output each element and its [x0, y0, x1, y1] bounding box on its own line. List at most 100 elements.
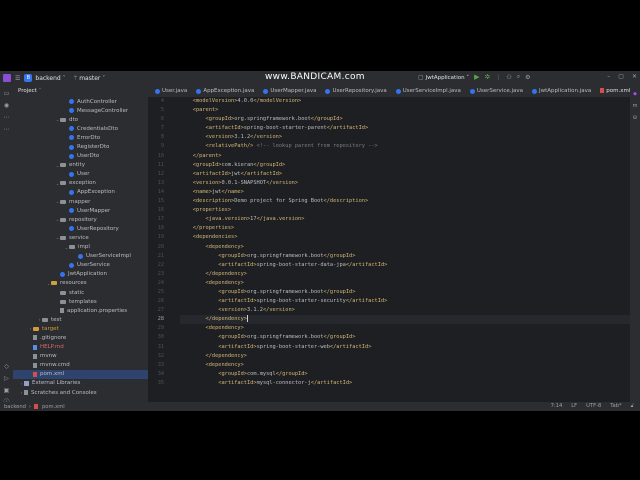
code-line[interactable]: <properties> — [180, 206, 630, 215]
app-logo-icon[interactable] — [3, 74, 11, 82]
tree-item[interactable]: HELP.md — [13, 343, 148, 352]
code-line[interactable]: <name>jwt</name> — [180, 188, 630, 197]
code-line[interactable]: <parent> — [180, 106, 630, 115]
structure-icon[interactable]: ⋯ — [3, 114, 10, 121]
maven-icon[interactable]: m — [630, 103, 640, 109]
tree-item[interactable]: MessageController — [13, 106, 148, 115]
code-line[interactable]: <version>3.1.2</version> — [180, 133, 630, 142]
code-line[interactable]: <artifactId>spring-boot-starter-parent</… — [180, 124, 630, 133]
tree-item[interactable]: ⌄ entity — [13, 161, 148, 170]
code-line[interactable]: <groupId>com.mysql</groupId> — [180, 370, 630, 379]
more-icon[interactable]: ⋮ — [495, 74, 501, 81]
tree-item[interactable]: UserServiceImpl — [13, 252, 148, 261]
notifications-icon[interactable]: ◆ — [630, 91, 640, 97]
editor-tab[interactable]: UserRepository.java — [323, 85, 388, 97]
code-line[interactable]: </dependency> — [180, 315, 630, 325]
code-line[interactable]: <artifactId>mysql-connector-j</artifactI… — [180, 379, 630, 388]
tree-item[interactable]: JwtApplication — [13, 270, 148, 279]
breadcrumb-file[interactable]: pom.xml — [42, 404, 65, 410]
plugins-icon[interactable]: ◇ — [3, 363, 10, 370]
code-line[interactable]: <modelVersion>4.0.0</modelVersion> — [180, 97, 630, 106]
tree-item[interactable]: UserMapper — [13, 206, 148, 215]
project-panel-header[interactable]: Project ˅ — [13, 85, 148, 97]
code-line[interactable]: <artifactId>spring-boot-starter-security… — [180, 297, 630, 306]
code-line[interactable]: <java.version>17</java.version> — [180, 215, 630, 224]
tree-item[interactable]: ⌄ repository — [13, 215, 148, 224]
editor-tab[interactable]: UserServiceImpl.java — [394, 85, 463, 97]
tree-item[interactable]: AuthController — [13, 97, 148, 106]
editor-tab[interactable]: AppException.java — [194, 85, 256, 97]
tree-item[interactable]: static — [13, 288, 148, 297]
tree-item[interactable]: mvnw — [13, 352, 148, 361]
tree-item[interactable]: ⌄ exception — [13, 179, 148, 188]
code-line[interactable]: <artifactId>spring-boot-starter-web</art… — [180, 343, 630, 352]
code-line[interactable]: <relativePath/> <!-- lookup parent from … — [180, 142, 630, 151]
code-line[interactable]: </dependency> — [180, 352, 630, 361]
tree-item[interactable]: › target — [13, 324, 148, 333]
tree-item[interactable]: ⌄ service — [13, 233, 148, 242]
editor-tab[interactable]: JwtApplication.java — [530, 85, 593, 97]
tree-item[interactable]: ⌄ impl — [13, 243, 148, 252]
branch-switcher[interactable]: ᛘ master ˅ — [74, 75, 106, 82]
tree-item[interactable]: pom.xml — [13, 369, 148, 379]
run-config-selector[interactable]: ▢ JwtApplication ˅ — [418, 74, 469, 81]
tree-item[interactable]: application.properties — [13, 306, 148, 315]
code-line[interactable]: <dependency> — [180, 279, 630, 288]
code-line[interactable]: <artifactId>jwt</artifactId> — [180, 170, 630, 179]
more-tools-icon[interactable]: ⋯ — [3, 126, 10, 133]
terminal-icon[interactable]: ▣ — [3, 387, 10, 394]
tree-item[interactable]: AppException — [13, 188, 148, 197]
editor-tab[interactable]: UserService.java — [468, 85, 525, 97]
folder-icon[interactable]: ▭ — [3, 90, 10, 97]
tree-item[interactable]: UserDto — [13, 152, 148, 161]
code-line[interactable]: <groupId>com.kieran</groupId> — [180, 161, 630, 170]
caret-position[interactable]: 7:14 — [551, 403, 563, 410]
code-line[interactable]: <version>3.1.2</version> — [180, 306, 630, 315]
users-icon[interactable]: ⚇ — [506, 74, 511, 81]
code-line[interactable]: <description>Demo project for Spring Boo… — [180, 197, 630, 206]
code-line[interactable]: <groupId>org.springframework.boot</group… — [180, 252, 630, 261]
indent-setting[interactable]: Tab* — [610, 403, 621, 410]
code-line[interactable]: <groupId>org.springframework.boot</group… — [180, 115, 630, 124]
main-menu-icon[interactable]: ☰ — [15, 75, 20, 82]
tree-item[interactable]: User — [13, 170, 148, 179]
tree-item[interactable]: › test — [13, 315, 148, 324]
tree-item[interactable]: RegisterDto — [13, 142, 148, 151]
run-icon[interactable]: ▶ — [474, 73, 479, 81]
tree-item[interactable]: UserService — [13, 261, 148, 270]
tree-item[interactable]: templates — [13, 297, 148, 306]
code-line[interactable]: <dependency> — [180, 324, 630, 333]
debug-icon[interactable]: ✲ — [484, 73, 490, 81]
code-line[interactable]: </dependency> — [180, 270, 630, 279]
code-line[interactable]: <groupId>org.springframework.boot</group… — [180, 288, 630, 297]
maximize-icon[interactable]: ▢ — [618, 73, 624, 80]
tree-item[interactable]: ⌄ resources — [13, 279, 148, 288]
close-icon[interactable]: ✕ — [632, 73, 637, 80]
code-editor[interactable]: <modelVersion>4.0.0</modelVersion> <pare… — [180, 97, 630, 402]
code-line[interactable]: <version>0.0.1-SNAPSHOT</version> — [180, 179, 630, 188]
code-line[interactable]: <dependencies> — [180, 233, 630, 242]
settings-icon[interactable]: ⚙ — [525, 74, 530, 81]
code-line[interactable]: <dependency> — [180, 361, 630, 370]
lock-icon[interactable]: 🔓︎ — [631, 403, 634, 410]
code-line[interactable]: <dependency> — [180, 243, 630, 252]
tree-item[interactable]: .gitignore — [13, 333, 148, 342]
tree-item[interactable]: ErrorDto — [13, 133, 148, 142]
code-line[interactable]: </parent> — [180, 152, 630, 161]
tree-item[interactable]: ⌄ mapper — [13, 197, 148, 206]
tree-item[interactable]: › External Libraries — [13, 379, 148, 388]
minimize-icon[interactable]: – — [607, 73, 610, 80]
tree-item[interactable]: CredentialsDto — [13, 124, 148, 133]
run-tool-icon[interactable]: ▷ — [3, 375, 10, 382]
tree-item[interactable]: UserRepository — [13, 224, 148, 233]
tree-item[interactable]: ⌄ dto — [13, 115, 148, 124]
code-line[interactable]: <artifactId>spring-boot-starter-data-jpa… — [180, 261, 630, 270]
tree-item[interactable]: › Scratches and Consoles — [13, 388, 148, 397]
editor-tab[interactable]: User.java — [153, 85, 189, 97]
code-line[interactable]: </properties> — [180, 224, 630, 233]
line-ending[interactable]: LF — [571, 403, 577, 410]
file-encoding[interactable]: UTF-8 — [586, 403, 601, 410]
database-icon[interactable]: ⛁ — [630, 115, 640, 121]
tree-item[interactable]: mvnw.cmd — [13, 361, 148, 370]
commit-icon[interactable]: ◉ — [3, 102, 10, 109]
